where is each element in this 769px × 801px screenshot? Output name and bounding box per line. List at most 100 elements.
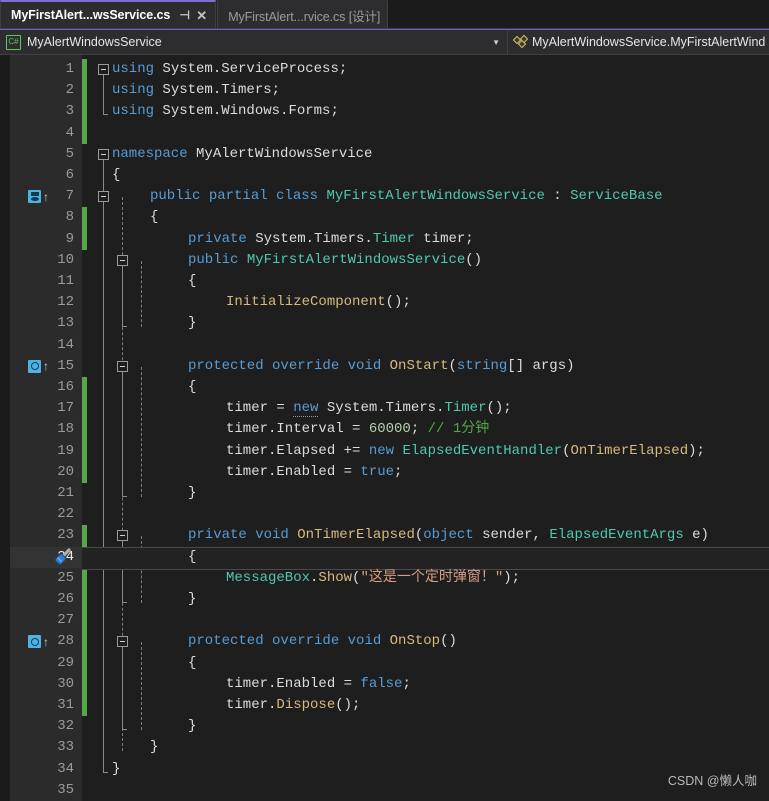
glyph-margin[interactable]: 1 2 3 4 5 6 7 8 9 10 11 12 13 14 15 16 17 18 19 20 21 22 23 24 2… — [10, 55, 82, 801]
code-token: MyAlertWindowsService — [196, 145, 373, 162]
codelens-reference-indicator[interactable]: ↑ — [28, 631, 49, 652]
code-line: } — [150, 737, 158, 758]
arrow-up-icon: ↑ — [43, 189, 49, 204]
code-line: using System.Windows.Forms; — [112, 101, 339, 122]
structure-guide-line — [122, 260, 127, 328]
tab-myfirstalertservice-designer[interactable]: MyFirstAlert...rvice.cs [设计] — [217, 0, 389, 28]
code-line: public partial class MyFirstAlertWindows… — [150, 186, 663, 207]
code-token: timer. — [226, 697, 277, 713]
fold-collapse-toggle[interactable] — [117, 360, 128, 372]
line-number: 20 — [57, 463, 74, 480]
code-token: partial — [208, 188, 277, 205]
line-number: 22 — [57, 506, 74, 523]
tab-myfirstalertwindowsservice-cs[interactable]: MyFirstAlert...wsService.cs ⊣ ✕ — [0, 0, 217, 28]
navigation-bar: C# MyAlertWindowsService ▼ MyAlertWindow… — [0, 29, 769, 55]
code-token: { — [150, 209, 159, 226]
code-line: protected override void OnStop() — [188, 631, 457, 652]
line-number: 5 — [65, 145, 74, 162]
code-token: { — [112, 167, 121, 183]
line-number: 23 — [57, 527, 74, 544]
code-line: } — [188, 313, 196, 334]
code-token: ; — [402, 675, 411, 692]
line-number: 28 — [57, 633, 74, 650]
fold-collapse-toggle[interactable] — [98, 64, 109, 75]
line-number: 29 — [57, 654, 74, 671]
codelens-reference-indicator[interactable]: ↑ — [28, 356, 49, 377]
code-token: } — [188, 718, 197, 735]
watermark: CSDN @懒人咖 — [667, 774, 757, 788]
structure-guide-line — [103, 154, 108, 773]
code-token: private — [188, 230, 256, 247]
code-line: { — [188, 653, 196, 674]
line-number: 26 — [57, 591, 74, 607]
type-dropdown[interactable]: C# MyAlertWindowsService ▼ — [0, 30, 508, 54]
code-token: Dispose — [276, 697, 336, 713]
code-token: () — [465, 251, 483, 268]
code-token: System.Windows.Forms; — [162, 103, 339, 120]
code-token: sender, — [473, 527, 550, 544]
line-number: 2 — [65, 82, 74, 99]
fold-collapse-toggle[interactable] — [117, 636, 128, 648]
tab-label: MyFirstAlert...rvice.cs [设计] — [228, 9, 381, 24]
code-token: (); — [385, 294, 411, 311]
codelens-reference-indicator[interactable]: ↑ — [28, 186, 49, 207]
code-token: protected — [188, 633, 273, 650]
code-token: OnTimerElapsed — [297, 527, 415, 544]
code-line: using System.ServiceProcess; — [112, 59, 347, 80]
code-token: true — [360, 463, 395, 480]
fold-collapse-toggle[interactable] — [117, 254, 128, 266]
pin-icon[interactable]: ⊣ — [178, 9, 191, 21]
line-number: 33 — [57, 739, 74, 756]
code-token: ( — [414, 527, 424, 544]
code-line: { — [150, 207, 158, 228]
code-token: { — [188, 273, 197, 289]
code-token: OnTimerElapsed — [570, 442, 689, 459]
codelens-icon — [28, 190, 41, 204]
fold-collapse-toggle[interactable] — [117, 530, 128, 542]
line-number: 11 — [57, 273, 74, 289]
arrow-up-icon: ↑ — [43, 634, 49, 649]
editor-tab-strip: MyFirstAlert...wsService.cs ⊣ ✕ MyFirstA… — [0, 0, 769, 29]
code-line: using System.Timers; — [112, 80, 280, 101]
line-number: 1 — [65, 61, 74, 77]
code-token: OnStop — [389, 633, 441, 650]
code-token: { — [188, 548, 197, 565]
member-dropdown[interactable]: MyAlertWindowsService.MyFirstAlertWind — [508, 30, 769, 54]
close-icon[interactable]: ✕ — [195, 9, 208, 22]
code-token: timer.Enabled = — [226, 463, 361, 480]
code-token: void — [255, 527, 298, 544]
type-dropdown-label: MyAlertWindowsService — [27, 35, 162, 49]
code-token: timer; — [414, 230, 474, 247]
code-line: namespace MyAlertWindowsService — [112, 144, 372, 165]
line-number: 32 — [57, 718, 74, 735]
line-number: 13 — [57, 315, 74, 332]
code-token: object — [423, 527, 474, 544]
code-token: ElapsedEventArgs — [549, 527, 684, 544]
code-line: timer = new System.Timers.Timer(); — [226, 398, 512, 419]
code-line: public MyFirstAlertWindowsService() — [188, 250, 482, 271]
code-text-area[interactable]: using System.ServiceProcess; using System… — [82, 55, 769, 801]
code-token: using — [112, 82, 163, 99]
line-number: 15 — [57, 357, 74, 374]
line-number: 14 — [57, 336, 74, 353]
code-line: private void OnTimerElapsed(object sende… — [188, 525, 709, 546]
fold-collapse-toggle[interactable] — [98, 191, 109, 203]
codelens-icon — [28, 359, 41, 373]
line-number: 12 — [57, 294, 74, 311]
chevron-down-icon[interactable]: ▼ — [492, 38, 500, 47]
line-number: 16 — [57, 379, 74, 395]
structure-guide-line — [122, 536, 127, 603]
quick-actions-screwdriver-icon[interactable] — [54, 547, 76, 568]
method-icon — [512, 34, 529, 49]
code-token: ; — [394, 463, 403, 480]
code-editor[interactable]: 1 2 3 4 5 6 7 8 9 10 11 12 13 14 15 16 17 18 19 20 21 22 23 24 2… — [0, 55, 769, 801]
code-token: System.ServiceProcess; — [162, 61, 348, 77]
code-line: { — [188, 547, 196, 568]
code-token: using — [112, 103, 163, 120]
code-line: MessageBox.Show("这是一个定时弹窗！"); — [226, 568, 520, 589]
line-number: 19 — [57, 442, 74, 459]
fold-collapse-toggle[interactable] — [98, 148, 109, 160]
code-token: ServiceBase — [570, 188, 663, 205]
code-token: System.Timers; — [162, 82, 281, 99]
code-token: ElapsedEventHandler — [402, 442, 563, 459]
